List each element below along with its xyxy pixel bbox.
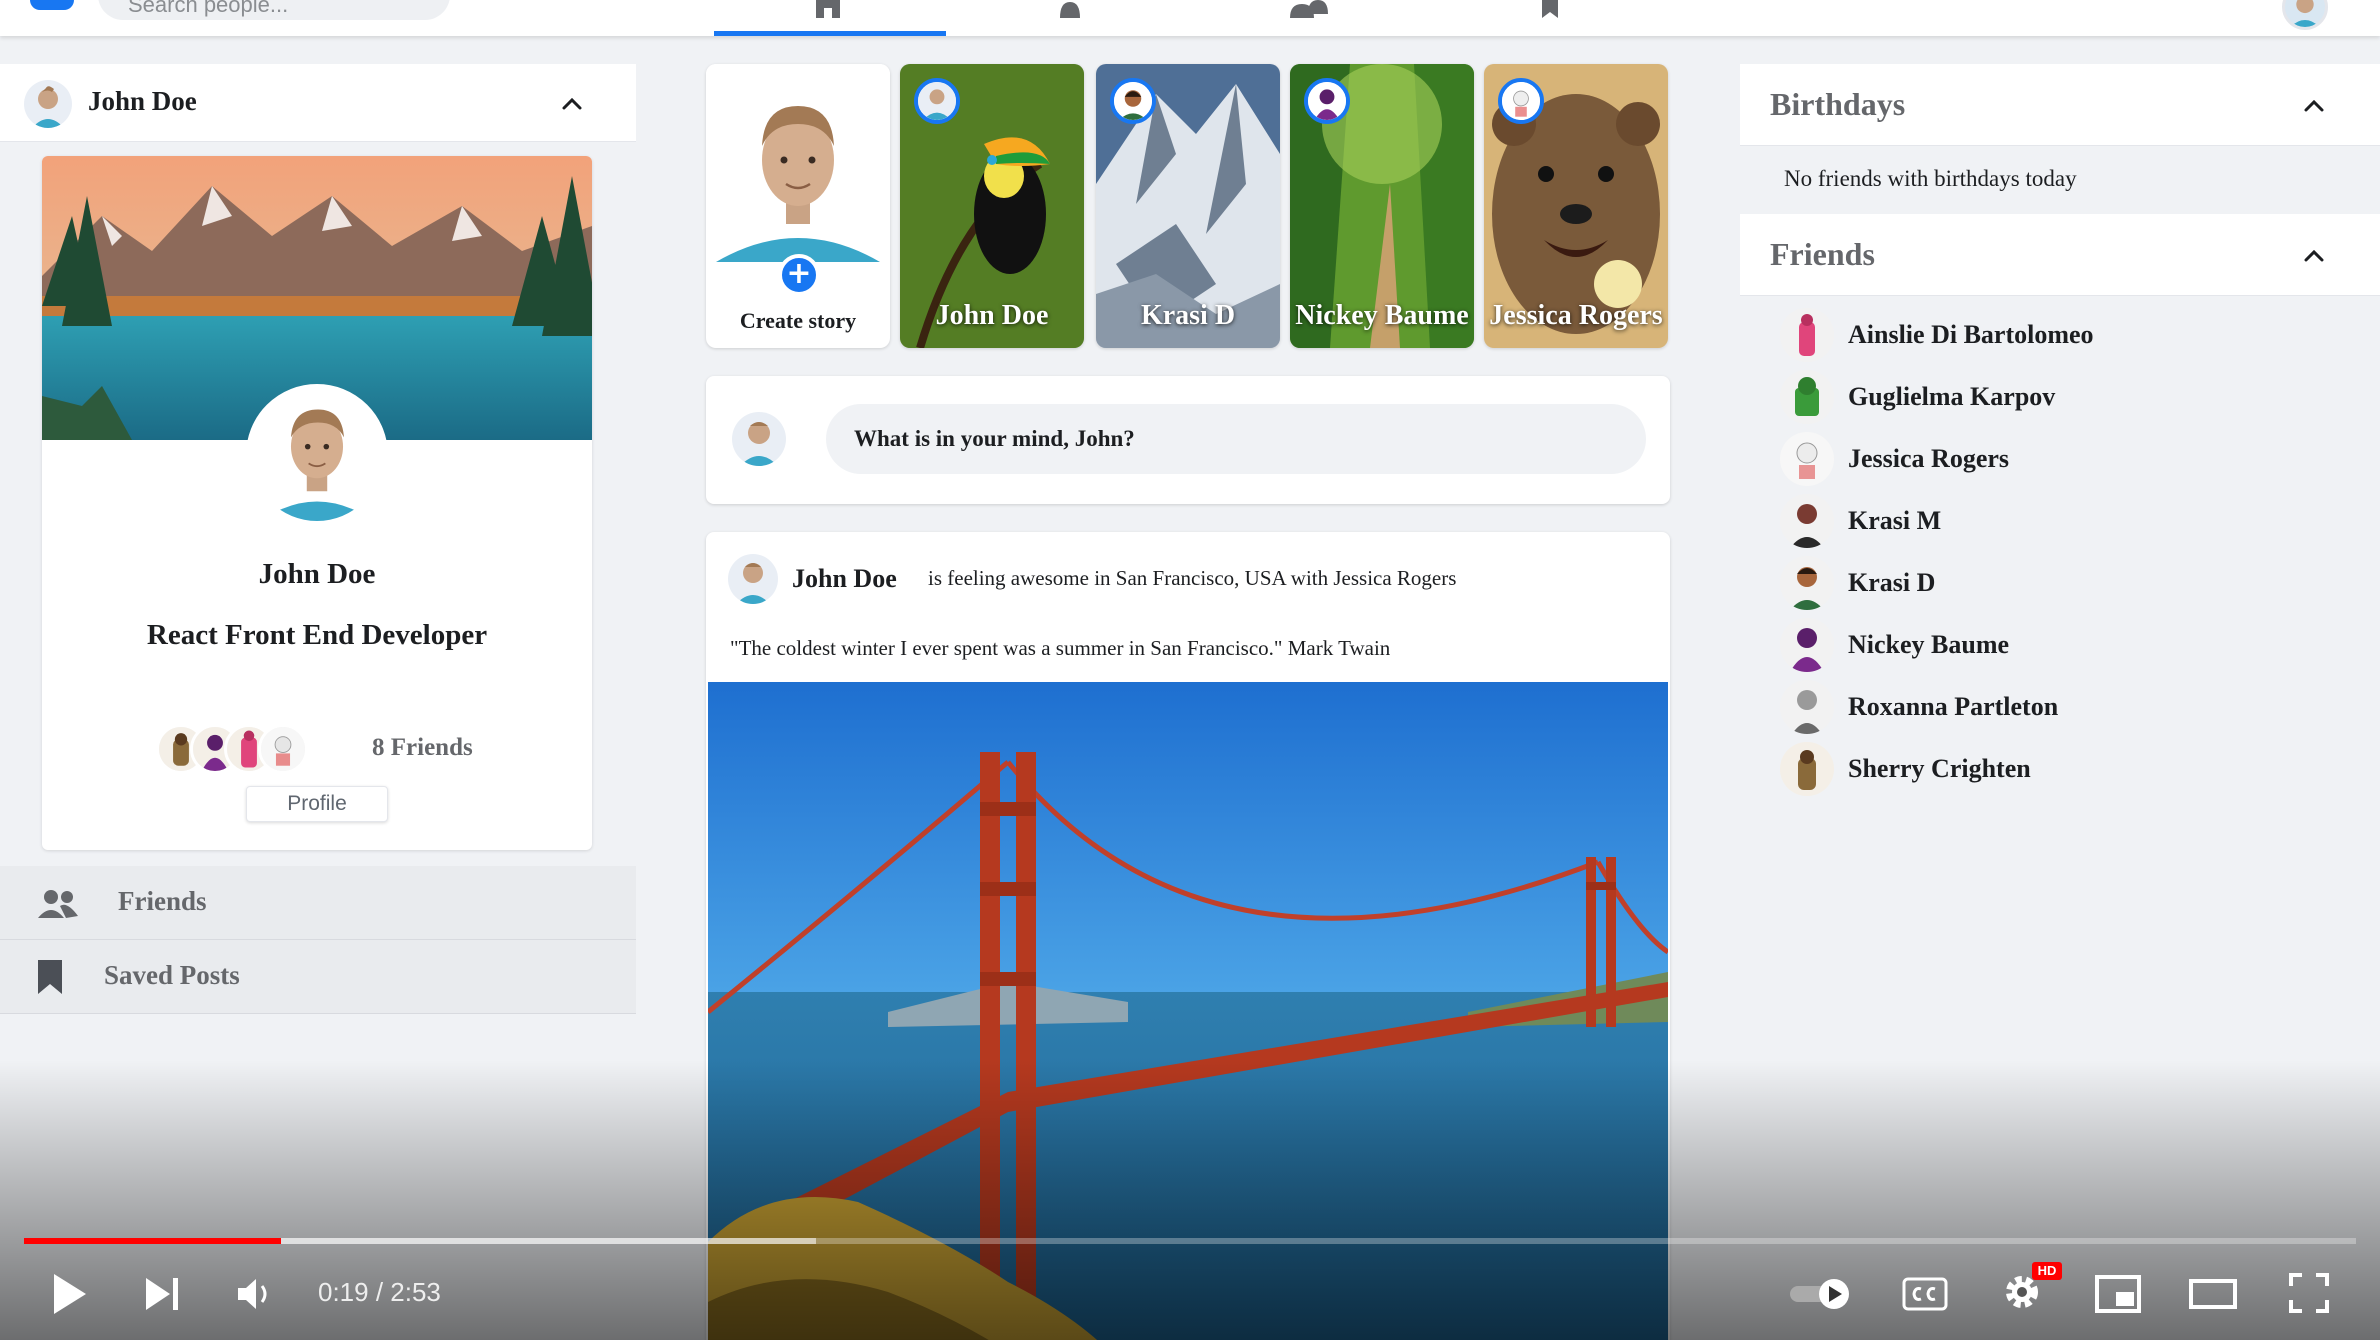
story-name: John Doe	[935, 300, 1049, 331]
friend-name: Sherry Crighten	[1848, 754, 2031, 783]
miniplayer-icon[interactable]	[2094, 1274, 2142, 1314]
friend-list-item[interactable]: Sherry Crighten	[1780, 742, 2340, 798]
sidebar-item-friends[interactable]: Friends	[0, 866, 636, 940]
profile-header[interactable]: John Doe	[0, 64, 636, 142]
groups-nav-icon[interactable]	[1288, 0, 1328, 18]
avatar	[1110, 78, 1156, 124]
friend-name: Krasi D	[1848, 568, 1936, 597]
top-navigation-bar: Search people...	[0, 0, 2380, 36]
avatar	[732, 412, 786, 466]
bookmark-icon	[36, 960, 64, 994]
next-video-icon[interactable]	[142, 1274, 182, 1314]
story-card[interactable]: Nickey Baume	[1290, 64, 1474, 348]
active-tab-indicator	[714, 31, 946, 36]
friends-icon	[38, 888, 78, 920]
birthdays-title: Birthdays	[1770, 86, 1906, 122]
hd-badge: HD	[2032, 1262, 2062, 1280]
captions-icon[interactable]	[1902, 1276, 1948, 1312]
chevron-up-icon[interactable]	[2300, 242, 2328, 270]
friend-count: 8 Friends	[372, 734, 473, 761]
story-card[interactable]: Jessica Rogers	[1484, 64, 1668, 348]
story-name: Krasi D	[1140, 300, 1236, 331]
profile-button[interactable]: Profile	[246, 786, 388, 822]
fullscreen-icon[interactable]	[2288, 1272, 2330, 1314]
avatar	[258, 724, 308, 774]
post-card: John Doe is feeling awesome in San Franc…	[706, 532, 1670, 1340]
story-name: Jessica Rogers	[1489, 300, 1663, 331]
friend-name: Roxanna Partleton	[1848, 692, 2059, 721]
theater-mode-icon[interactable]	[2188, 1278, 2238, 1310]
birthdays-header[interactable]: Birthdays	[1740, 64, 2380, 146]
account-avatar[interactable]	[2282, 0, 2328, 30]
logo-icon[interactable]	[30, 0, 74, 10]
play-icon[interactable]	[50, 1272, 88, 1316]
profile-nav-icon[interactable]	[1050, 0, 1090, 18]
sidebar-item-label: Saved Posts	[104, 960, 240, 990]
friend-name: Nickey Baume	[1848, 630, 2010, 659]
post-text: "The coldest winter I ever spent was a s…	[730, 636, 1391, 660]
friend-list-item[interactable]: Krasi D	[1780, 556, 2340, 612]
avatar	[1780, 556, 1834, 610]
sidebar-item-label: Friends	[118, 886, 207, 916]
no-birthdays-text: No friends with birthdays today	[1784, 166, 2077, 191]
post-activity: is feeling awesome in San Francisco, USA…	[928, 566, 1457, 590]
friend-name: Ainslie Di Bartolomeo	[1848, 320, 2094, 349]
friend-list-item[interactable]: Nickey Baume	[1780, 618, 2340, 674]
friend-list-item[interactable]: Roxanna Partleton	[1780, 680, 2340, 736]
volume-icon[interactable]	[234, 1274, 276, 1314]
sidebar-item-saved-posts[interactable]: Saved Posts	[0, 940, 636, 1014]
friend-list-item[interactable]: Guglielma Karpov	[1780, 370, 2340, 426]
avatar	[24, 80, 72, 128]
friend-list-item[interactable]: Ainslie Di Bartolomeo	[1780, 308, 2340, 364]
story-photo	[706, 64, 890, 262]
profile-name: John Doe	[258, 558, 376, 590]
home-icon[interactable]	[808, 0, 848, 18]
avatar	[1304, 78, 1350, 124]
profile-card: John Doe React Front End Developer 8 Fri…	[42, 156, 592, 850]
bookmark-nav-icon[interactable]	[1530, 0, 1570, 18]
time-display: 0:19 / 2:53	[318, 1277, 441, 1307]
friends-header[interactable]: Friends	[1740, 214, 2380, 296]
chevron-up-icon[interactable]	[2300, 92, 2328, 120]
profile-avatar[interactable]	[246, 384, 388, 526]
plus-icon[interactable]: +	[778, 254, 820, 296]
autoplay-toggle-icon[interactable]	[1788, 1276, 1860, 1312]
avatar	[1780, 432, 1834, 486]
friends-title: Friends	[1770, 236, 1875, 272]
avatar	[914, 78, 960, 124]
profile-role: React Front End Developer	[146, 619, 488, 651]
search-input[interactable]: Search people...	[98, 0, 450, 20]
create-story-label: Create story	[739, 308, 857, 333]
avatar	[1498, 78, 1544, 124]
story-card[interactable]: John Doe	[900, 64, 1084, 348]
post-composer: What is in your mind, John?	[706, 376, 1670, 504]
chevron-up-icon[interactable]	[558, 90, 586, 118]
composer-input[interactable]: What is in your mind, John?	[826, 404, 1646, 474]
friend-list-item[interactable]: Krasi M	[1780, 494, 2340, 550]
avatar	[1780, 742, 1834, 796]
friend-name: Jessica Rogers	[1848, 444, 2010, 473]
avatar	[1780, 370, 1834, 424]
story-name: Nickey Baume	[1295, 300, 1469, 331]
friend-name: Guglielma Karpov	[1848, 382, 2056, 411]
avatar	[1780, 308, 1834, 362]
avatar	[1780, 680, 1834, 734]
avatar[interactable]	[728, 554, 778, 604]
friend-avatars-stack[interactable]	[156, 724, 356, 776]
post-author[interactable]: John Doe	[792, 564, 897, 594]
friend-list-item[interactable]: Jessica Rogers	[1780, 432, 2340, 488]
profile-header-name: John Doe	[88, 86, 197, 116]
progress-played	[24, 1238, 281, 1244]
story-card[interactable]: Krasi D	[1096, 64, 1280, 348]
avatar	[1780, 618, 1834, 672]
friend-name: Krasi M	[1848, 506, 1942, 535]
create-story-card[interactable]: + Create story	[706, 64, 890, 348]
avatar	[1780, 494, 1834, 548]
